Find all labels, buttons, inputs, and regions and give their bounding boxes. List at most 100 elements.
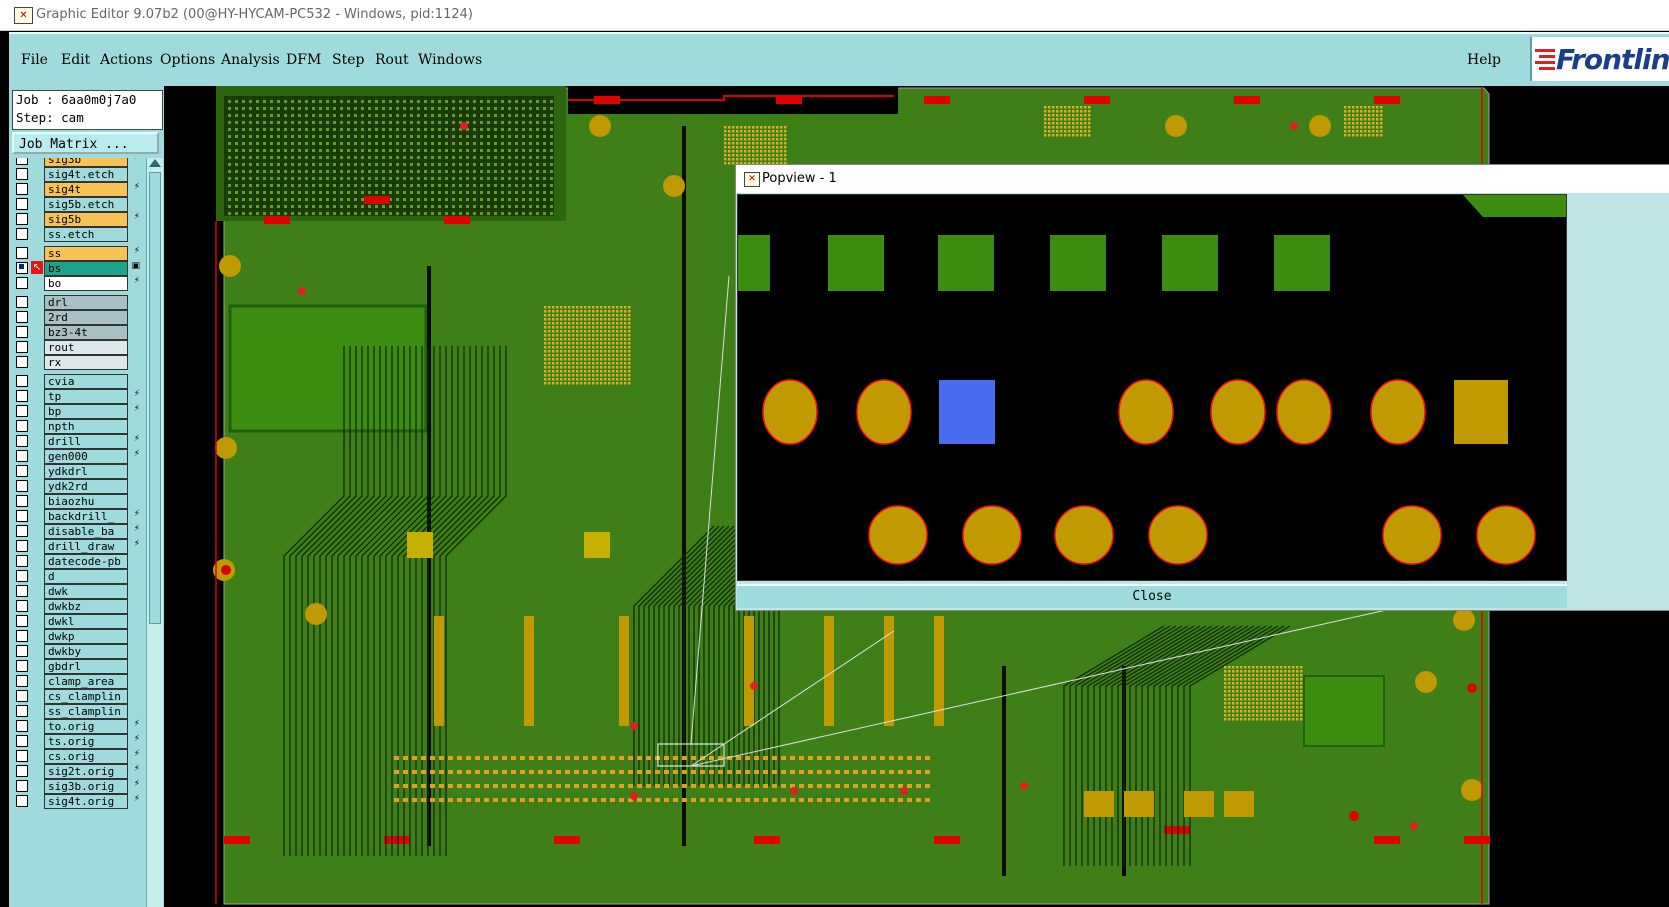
layer-row[interactable]: dwkp	[12, 629, 142, 644]
layer-name[interactable]: drl	[44, 295, 128, 310]
layer-name[interactable]: datecode-pb	[44, 554, 128, 569]
layer-checkbox[interactable]	[16, 495, 28, 507]
layer-name[interactable]: cs.orig	[44, 749, 128, 764]
layer-name[interactable]: cvia	[44, 374, 128, 389]
layer-name[interactable]: sig5b	[44, 212, 128, 227]
layer-row[interactable]: clamp_area	[12, 674, 142, 689]
popview-close-button[interactable]: Close	[737, 584, 1567, 608]
layer-scrollbar[interactable]	[146, 158, 163, 907]
layer-row[interactable]: npth	[12, 419, 142, 434]
layer-name[interactable]: dwkl	[44, 614, 128, 629]
layer-name[interactable]: ss	[44, 246, 128, 261]
layer-checkbox[interactable]	[16, 645, 28, 657]
menu-step[interactable]: Step	[332, 52, 364, 68]
layer-checkbox[interactable]	[16, 277, 28, 289]
layer-checkbox[interactable]	[16, 540, 28, 552]
layer-checkbox[interactable]	[16, 213, 28, 225]
layer-name[interactable]: dwkbz	[44, 599, 128, 614]
layer-name[interactable]: backdrill_	[44, 509, 128, 524]
layer-name[interactable]: cs_clamplin	[44, 689, 128, 704]
layer-checkbox[interactable]	[16, 525, 28, 537]
menu-analysis[interactable]: Analysis	[221, 52, 280, 68]
layer-row[interactable]: drill_draw ⚡	[12, 539, 142, 554]
layer-checkbox[interactable]	[16, 720, 28, 732]
layer-checkbox[interactable]	[16, 390, 28, 402]
menu-windows[interactable]: Windows	[418, 52, 482, 68]
layer-name[interactable]: sig2t.orig	[44, 764, 128, 779]
layer-row[interactable]: sig4t.etch	[12, 167, 142, 182]
layer-name[interactable]: d	[44, 569, 128, 584]
layer-name[interactable]: dwkp	[44, 629, 128, 644]
layer-checkbox[interactable]	[16, 183, 28, 195]
layer-name[interactable]: sig4t.orig	[44, 794, 128, 809]
layer-checkbox[interactable]	[16, 570, 28, 582]
layer-row[interactable]: sig3b.orig ⚡	[12, 779, 142, 794]
layer-row[interactable]: cs.orig ⚡	[12, 749, 142, 764]
layer-checkbox[interactable]	[16, 341, 28, 353]
layer-row[interactable]: sig2t.orig ⚡	[12, 764, 142, 779]
layer-row[interactable]: ss ⚡	[12, 246, 142, 261]
layer-row[interactable]: gen000 ⚡	[12, 449, 142, 464]
layer-checkbox[interactable]	[16, 555, 28, 567]
layer-row[interactable]: 2rd	[12, 310, 142, 325]
layer-checkbox[interactable]	[16, 198, 28, 210]
layer-row[interactable]: ydkdrl	[12, 464, 142, 479]
layer-name[interactable]: bs	[44, 261, 128, 276]
layer-row[interactable]: ss.etch	[12, 227, 142, 242]
layer-row[interactable]: drill ⚡	[12, 434, 142, 449]
layer-checkbox[interactable]	[16, 480, 28, 492]
layer-checkbox[interactable]	[16, 228, 28, 240]
menu-options[interactable]: Options	[160, 52, 215, 68]
layer-checkbox[interactable]	[16, 510, 28, 522]
layer-checkbox[interactable]	[16, 735, 28, 747]
layer-checkbox[interactable]	[16, 780, 28, 792]
layer-row[interactable]: disable_ba ⚡	[12, 524, 142, 539]
layer-row[interactable]: sig4t ⚡	[12, 182, 142, 197]
layer-name[interactable]: disable_ba	[44, 524, 128, 539]
layer-name[interactable]: ydk2rd	[44, 479, 128, 494]
layer-row[interactable]: dwkbz	[12, 599, 142, 614]
layer-name[interactable]: bz3-4t	[44, 325, 128, 340]
layer-name[interactable]: bp	[44, 404, 128, 419]
menu-file[interactable]: File	[21, 52, 48, 68]
layer-row[interactable]: tp ⚡	[12, 389, 142, 404]
layer-row[interactable]: dwkl	[12, 614, 142, 629]
layer-checkbox[interactable]	[16, 705, 28, 717]
layer-checkbox[interactable]	[16, 420, 28, 432]
layer-name[interactable]: gen000	[44, 449, 128, 464]
layer-row[interactable]: bz3-4t	[12, 325, 142, 340]
layer-checkbox[interactable]	[16, 435, 28, 447]
layer-name[interactable]: npth	[44, 419, 128, 434]
layer-row[interactable]: drl	[12, 295, 142, 310]
layer-checkbox[interactable]	[16, 311, 28, 323]
layer-checkbox[interactable]	[16, 600, 28, 612]
layer-checkbox[interactable]	[16, 660, 28, 672]
layer-checkbox[interactable]	[16, 615, 28, 627]
layer-row[interactable]: rout	[12, 340, 142, 355]
layer-row[interactable]: sig5b ⚡	[12, 212, 142, 227]
layer-name[interactable]: sig4t.etch	[44, 167, 128, 182]
layer-name[interactable]: sig3b.orig	[44, 779, 128, 794]
layer-name[interactable]: sig5b.etch	[44, 197, 128, 212]
job-matrix-button[interactable]: Job Matrix ...	[12, 132, 159, 154]
layer-name[interactable]: sig3b	[44, 158, 128, 167]
layer-row[interactable]: biaozhu	[12, 494, 142, 509]
layer-checkbox[interactable]	[16, 158, 28, 165]
layer-row[interactable]: cvia	[12, 374, 142, 389]
layer-name[interactable]: dwkby	[44, 644, 128, 659]
layer-name[interactable]: dwk	[44, 584, 128, 599]
layer-checkbox[interactable]	[16, 585, 28, 597]
menu-dfm[interactable]: DFM	[286, 52, 321, 68]
layer-row[interactable]: sig3b ⚡	[12, 158, 142, 167]
layer-row[interactable]: sig4t.orig ⚡	[12, 794, 142, 809]
popview-titlebar[interactable]: ✕ Popview - 1	[736, 165, 1669, 193]
layer-name[interactable]: gbdrl	[44, 659, 128, 674]
layer-row[interactable]: cs_clamplin	[12, 689, 142, 704]
layer-row[interactable]: bo ⚡	[12, 276, 142, 291]
layer-row[interactable]: ↖ bs ▣	[12, 261, 142, 276]
layer-name[interactable]: rout	[44, 340, 128, 355]
layer-name[interactable]: rx	[44, 355, 128, 370]
menu-rout[interactable]: Rout	[375, 52, 409, 68]
layer-checkbox[interactable]	[16, 326, 28, 338]
layer-checkbox[interactable]	[16, 405, 28, 417]
